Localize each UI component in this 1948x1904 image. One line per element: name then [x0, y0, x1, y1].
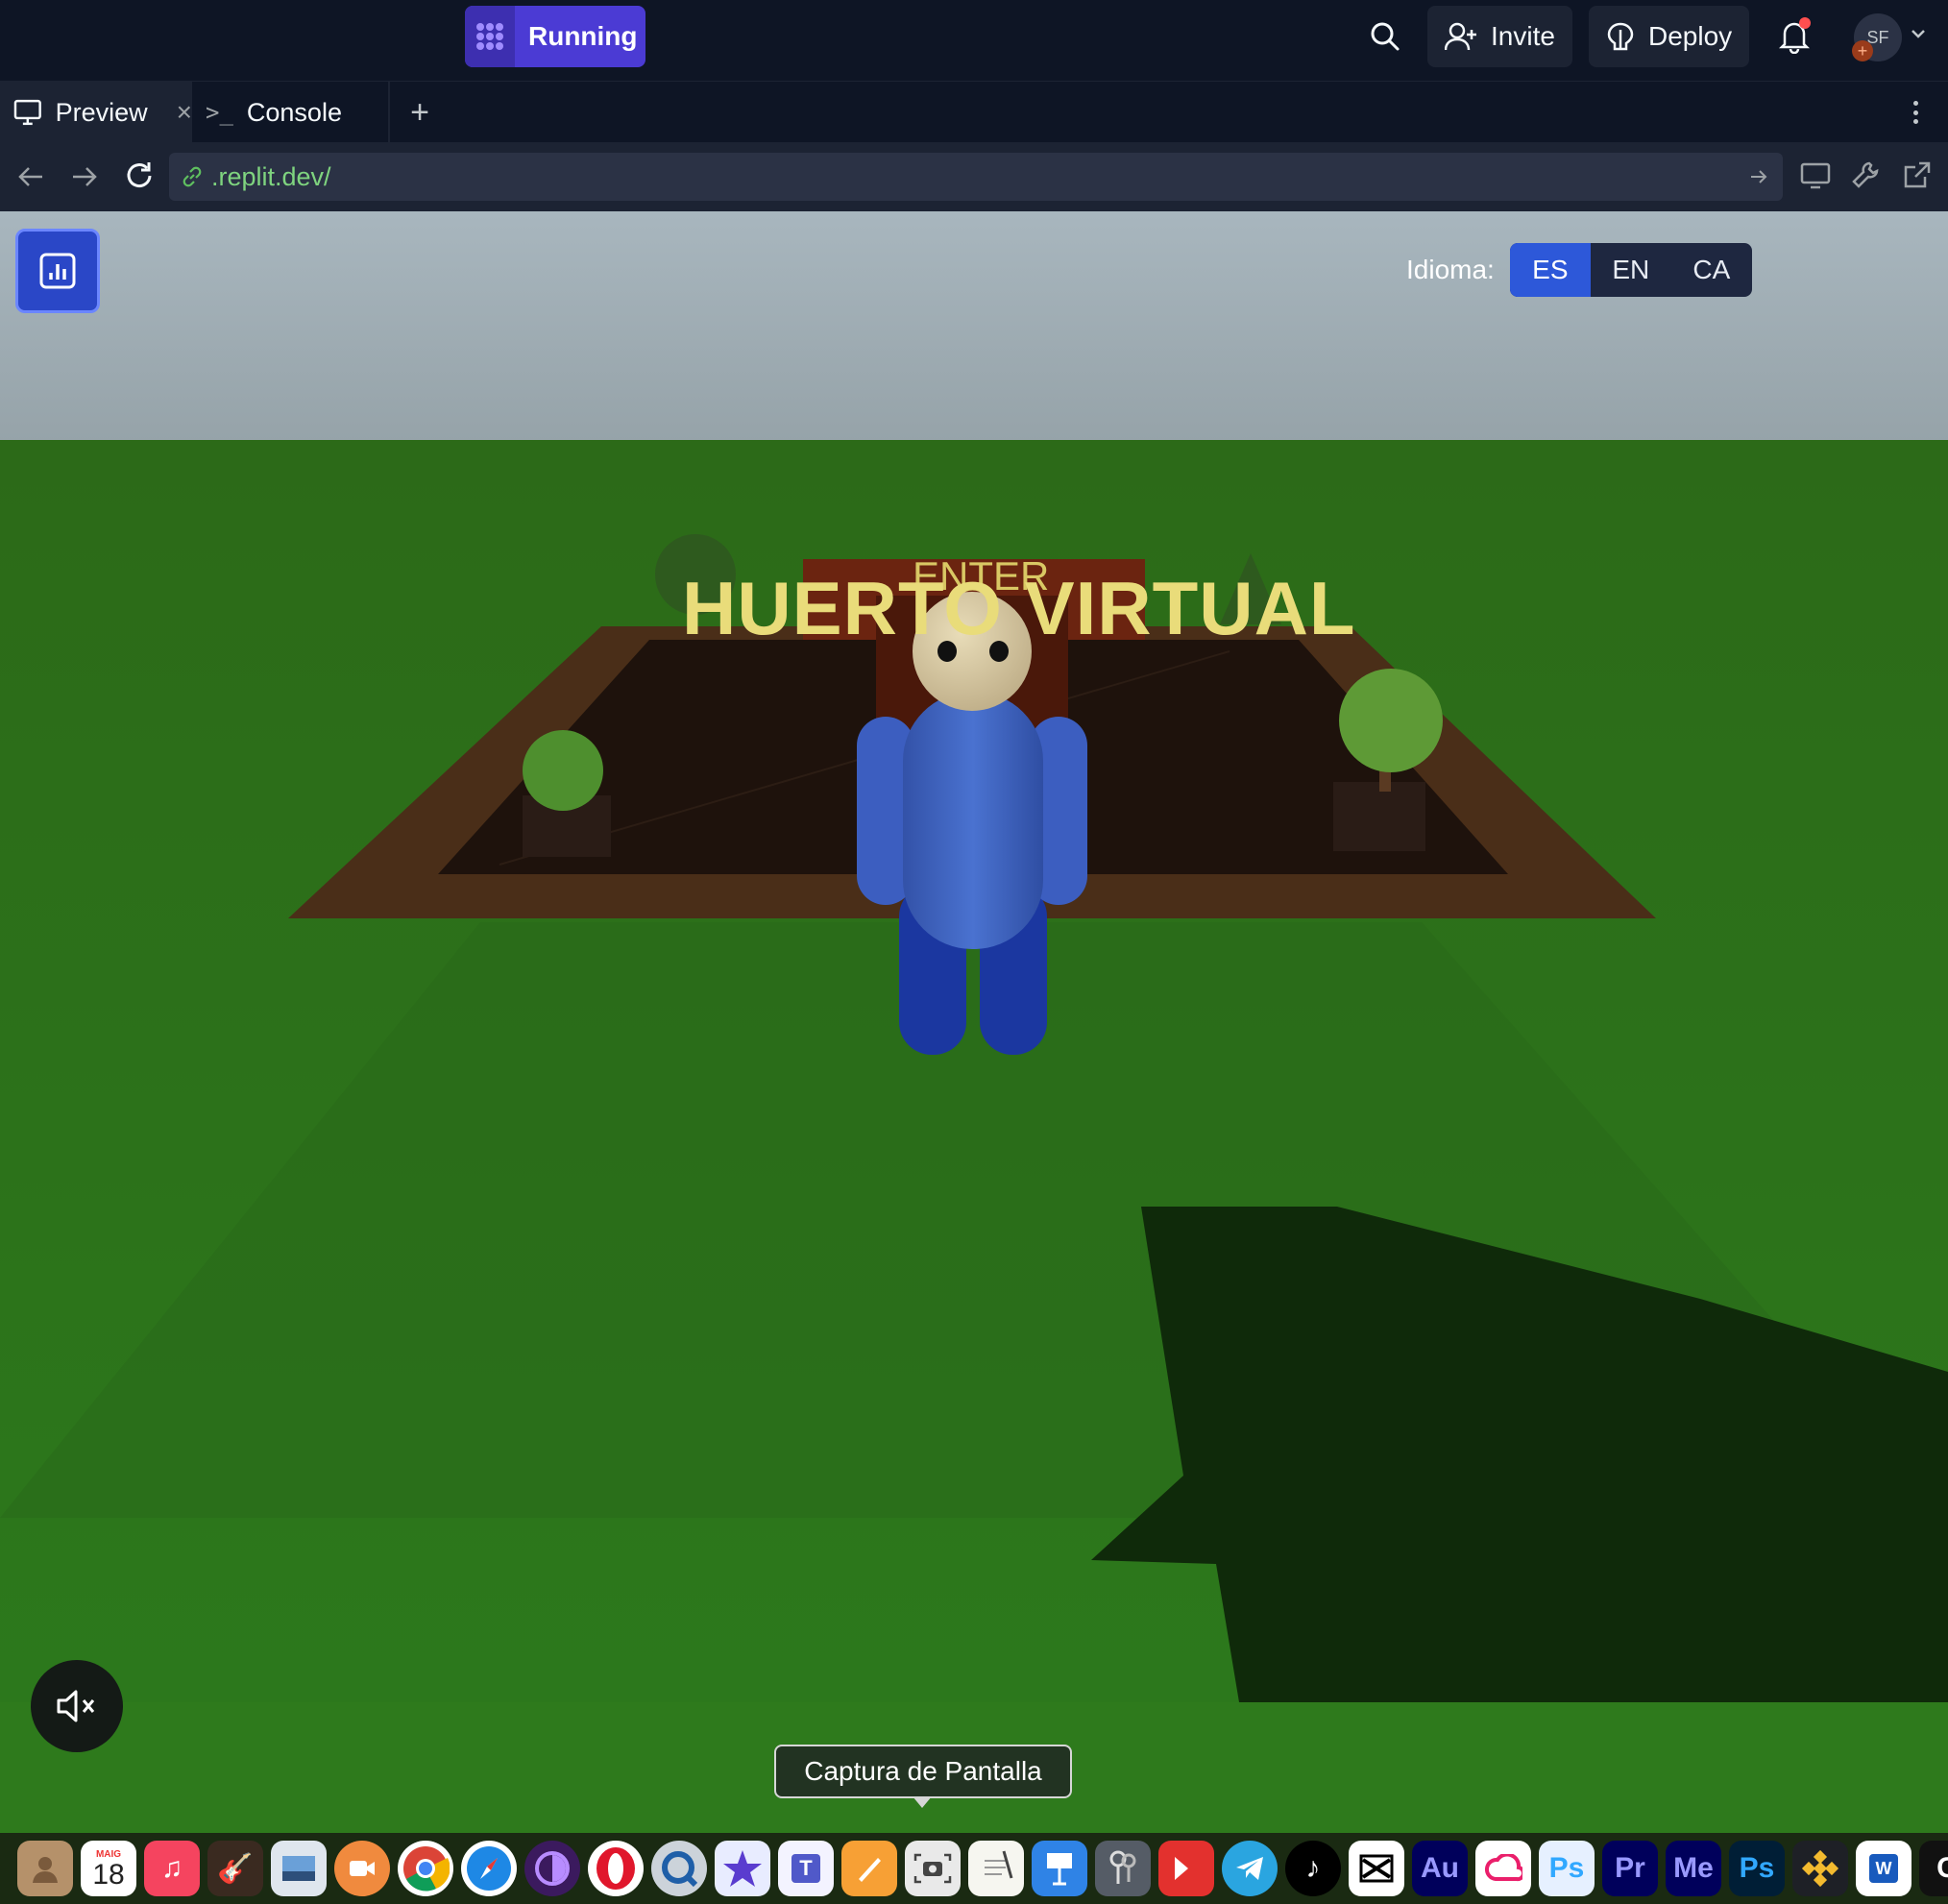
calendar-month: MAIG: [95, 1848, 122, 1860]
chart-icon: [39, 253, 76, 289]
dock-tor-icon[interactable]: [524, 1841, 580, 1896]
dock-quicktime-icon[interactable]: [651, 1841, 707, 1896]
search-icon[interactable]: [1364, 15, 1406, 58]
dock-music-icon[interactable]: ♫: [144, 1841, 200, 1896]
back-icon[interactable]: [15, 161, 46, 197]
dock-binance-icon[interactable]: [1792, 1841, 1848, 1896]
dock-screenshot-icon[interactable]: [905, 1841, 961, 1896]
tab-preview[interactable]: Preview ×: [0, 82, 192, 143]
close-icon[interactable]: ×: [177, 97, 192, 128]
dock-contacts-icon[interactable]: [17, 1841, 73, 1896]
dock-garageband-icon[interactable]: 🎸: [207, 1841, 263, 1896]
reload-icon[interactable]: [123, 159, 156, 197]
dock-screen-recorder-icon[interactable]: [334, 1841, 390, 1896]
calendar-day: 18: [92, 1858, 125, 1891]
language-label: Idioma:: [1406, 255, 1495, 284]
language-selector: Idioma: ES EN CA: [1406, 243, 1752, 297]
macos-dock: MAIG 18 ♫ 🎸 T ♪ Au Ps Pr Me Ps W C: [0, 1833, 1948, 1904]
run-button[interactable]: Running: [465, 6, 645, 67]
tab-console[interactable]: >_ Console: [206, 82, 388, 143]
dock-premiere-icon[interactable]: Pr: [1602, 1841, 1658, 1896]
dock-tiktok-icon[interactable]: ♪: [1285, 1841, 1341, 1896]
dock-chrome-icon[interactable]: [398, 1841, 453, 1896]
url-field[interactable]: .replit.dev/: [169, 153, 1783, 201]
more-icon[interactable]: [1906, 97, 1925, 128]
dock-keychain-icon[interactable]: [1095, 1841, 1151, 1896]
dock-word-icon[interactable]: W: [1856, 1841, 1911, 1896]
go-icon[interactable]: [1748, 166, 1769, 187]
deploy-label: Deploy: [1648, 21, 1733, 51]
invite-button[interactable]: Invite: [1427, 6, 1572, 67]
dock-textedit-icon[interactable]: [968, 1841, 1024, 1896]
mute-button[interactable]: [31, 1660, 123, 1752]
tab-separator: [388, 82, 390, 143]
dock-photoshop-express-icon[interactable]: Ps: [1539, 1841, 1595, 1896]
dock-opera-icon[interactable]: [588, 1841, 644, 1896]
open-external-icon[interactable]: [1902, 159, 1933, 195]
garden-scene: [0, 440, 1948, 1833]
game-title: HUERTO VIRTUAL: [682, 566, 1356, 650]
tooltip-pointer: [913, 1796, 932, 1808]
dock-telegram-icon[interactable]: [1222, 1841, 1278, 1896]
dock-photoshop-icon[interactable]: Ps: [1729, 1841, 1785, 1896]
deploy-button[interactable]: Deploy: [1589, 6, 1750, 67]
language-option-en[interactable]: EN: [1591, 243, 1671, 297]
terminal-icon: >_: [206, 99, 233, 126]
word-label: W: [1869, 1854, 1898, 1883]
dock-teams-icon[interactable]: T: [778, 1841, 834, 1896]
tab-preview-label: Preview: [55, 97, 148, 127]
preview-url-bar: .replit.dev/: [0, 142, 1948, 211]
notifications-icon[interactable]: [1777, 17, 1817, 58]
stats-button[interactable]: [15, 229, 100, 313]
chevron-down-icon[interactable]: [1910, 27, 1927, 45]
add-user-icon: [1445, 22, 1476, 51]
avatar[interactable]: SF +: [1852, 13, 1902, 61]
dock-keynote-icon[interactable]: [1032, 1841, 1087, 1896]
device-icon[interactable]: [1800, 161, 1831, 195]
dock-calendar-icon[interactable]: MAIG 18: [81, 1841, 136, 1896]
dock-safari-icon[interactable]: [461, 1841, 517, 1896]
run-button-label: Running: [528, 21, 638, 51]
forward-icon[interactable]: [69, 161, 100, 197]
dock-imovie-icon[interactable]: [715, 1841, 770, 1896]
dock-preview-icon[interactable]: [271, 1841, 327, 1896]
dock-tooltip: Captura de Pantalla: [774, 1745, 1072, 1798]
workspace-header: Running Invite Deploy SF +: [0, 0, 1948, 81]
monitor-icon: [13, 99, 41, 126]
speaker-muted-icon: [57, 1690, 95, 1722]
dock-pages-icon[interactable]: [841, 1841, 897, 1896]
language-options: ES EN CA: [1509, 243, 1752, 297]
dock-c-app-icon[interactable]: C: [1919, 1841, 1948, 1896]
devtools-icon[interactable]: [1850, 159, 1881, 195]
language-option-ca[interactable]: CA: [1671, 243, 1752, 297]
add-tab-button[interactable]: +: [403, 82, 436, 143]
dock-audition-icon[interactable]: Au: [1412, 1841, 1468, 1896]
plus-badge-icon: +: [1852, 40, 1873, 61]
deploy-icon: [1607, 22, 1634, 51]
tab-console-label: Console: [246, 97, 342, 127]
run-icon: [465, 6, 515, 67]
pane-tab-bar: Preview × >_ Console +: [0, 81, 1948, 143]
dock-pdf-reader-icon[interactable]: [1158, 1841, 1214, 1896]
dock-media-encoder-icon[interactable]: Me: [1666, 1841, 1721, 1896]
link-icon: [183, 166, 202, 187]
plus-icon: +: [410, 93, 429, 131]
invite-label: Invite: [1491, 21, 1555, 51]
dock-creative-cloud-icon[interactable]: [1475, 1841, 1531, 1896]
game-viewport[interactable]: ENTER HUERTO VIRTUAL Idioma: ES EN CA: [0, 211, 1948, 1833]
url-text: .replit.dev/: [211, 161, 331, 191]
language-option-es[interactable]: ES: [1509, 243, 1591, 297]
dock-capcut-icon[interactable]: [1349, 1841, 1404, 1896]
